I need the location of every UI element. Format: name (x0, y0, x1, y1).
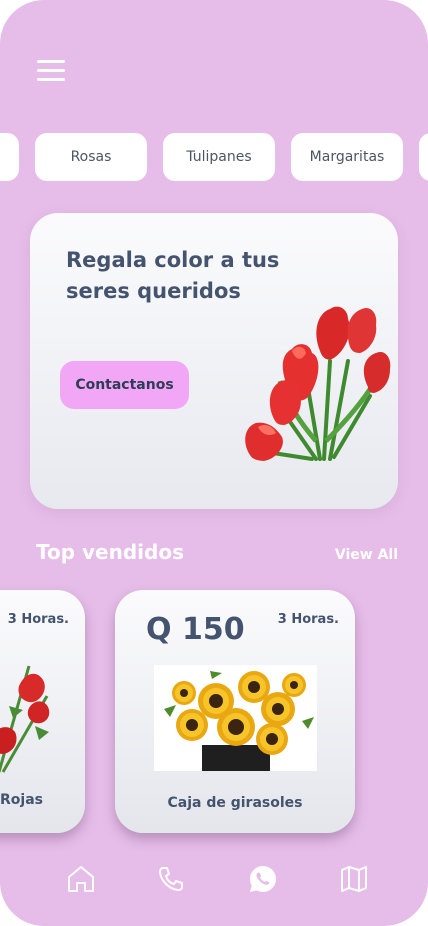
contact-button[interactable]: Contactanos (60, 361, 189, 409)
section-title: Top vendidos (36, 540, 184, 564)
category-chip-partial-right[interactable] (419, 133, 428, 181)
product-name: Caja de girasoles (167, 795, 303, 811)
product-card[interactable]: Q 150 3 Horas. Caja de girasoles (115, 590, 355, 833)
app-screen: Rosas Tulipanes Margaritas Regala color … (0, 0, 428, 926)
category-chip-rosas[interactable]: Rosas (35, 133, 147, 181)
red-roses-image (0, 665, 50, 773)
category-chip-partial[interactable] (0, 133, 19, 181)
category-chip-margaritas[interactable]: Margaritas (291, 133, 403, 181)
sunflower-box-image (154, 665, 317, 771)
phone-icon[interactable] (153, 861, 189, 897)
product-name: Rojas (0, 792, 43, 808)
category-chip-tulipanes[interactable]: Tulipanes (163, 133, 275, 181)
promo-banner: Regala color a tus seres queridos Contac… (30, 213, 398, 509)
home-icon[interactable] (63, 861, 99, 897)
menu-icon[interactable] (37, 58, 67, 84)
product-card[interactable]: 3 Horas. Rojas (0, 590, 85, 833)
delivery-time: 3 Horas. (277, 612, 339, 627)
delivery-time: 3 Horas. (7, 612, 69, 627)
tulips-image (245, 306, 391, 461)
map-icon[interactable] (336, 861, 372, 897)
whatsapp-icon[interactable] (245, 861, 281, 897)
bottom-nav (0, 855, 428, 905)
product-price: Q 150 (146, 612, 245, 647)
view-all-link[interactable]: View All (335, 547, 398, 563)
